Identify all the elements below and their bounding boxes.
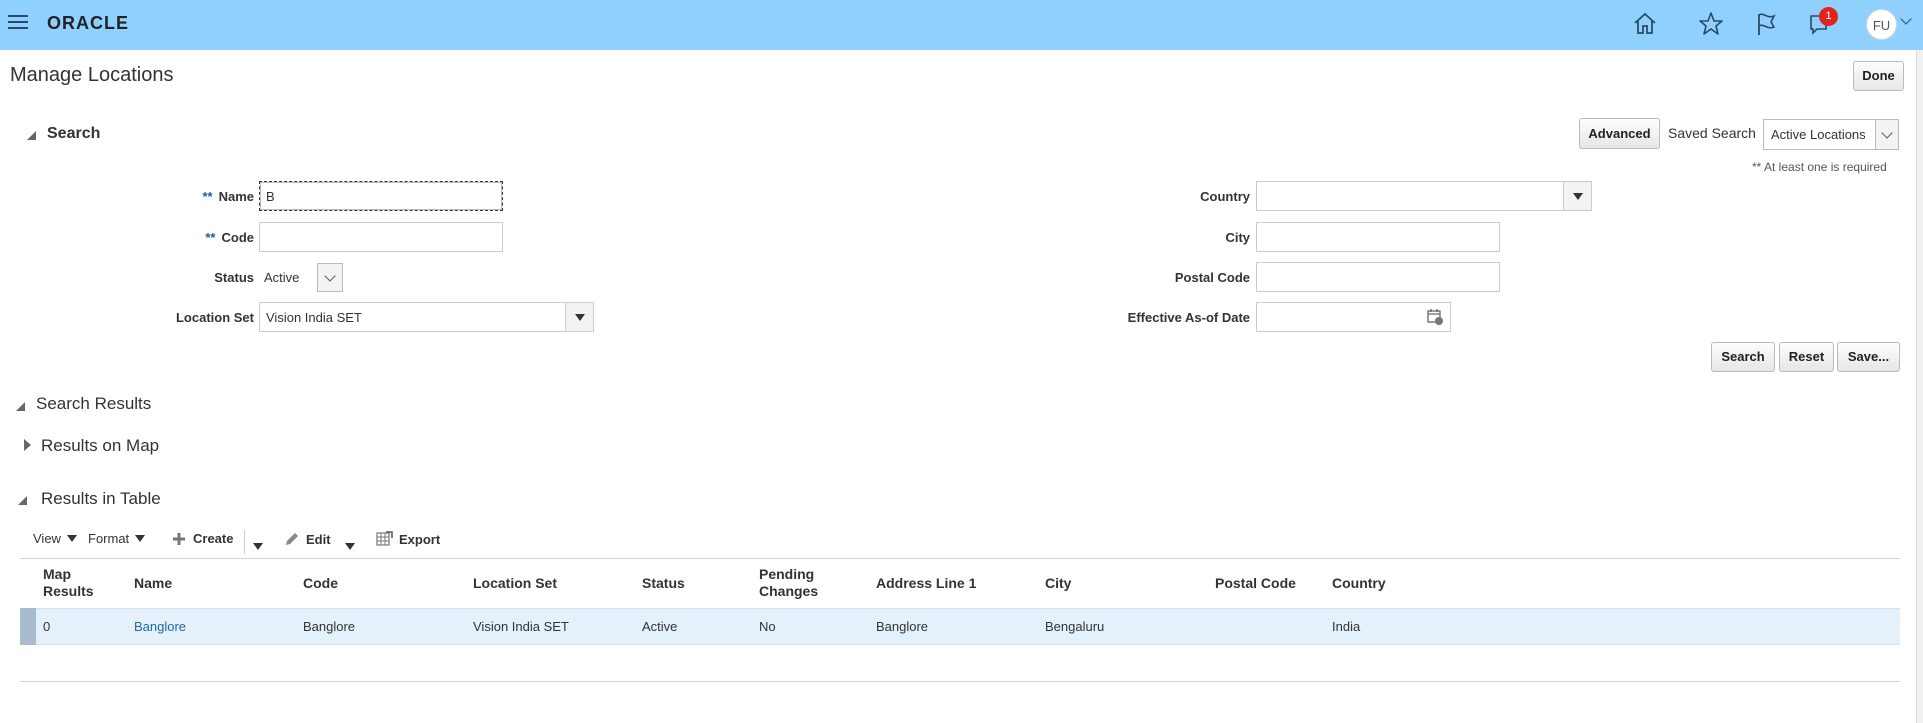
search-collapse-icon[interactable]: [27, 127, 36, 145]
done-button[interactable]: Done: [1853, 61, 1904, 91]
code-label-text: Code: [221, 230, 255, 245]
toolbar-divider: [244, 530, 245, 554]
col-map-results-line2: Results: [43, 583, 94, 599]
status-label: Status: [214, 270, 254, 285]
export-label: Export: [399, 531, 441, 547]
search-section-title: Search: [47, 125, 101, 142]
create-label: Create: [193, 531, 234, 546]
name-input[interactable]: B: [259, 181, 503, 211]
location-set-label: Location Set: [175, 310, 254, 325]
location-set-value: Vision India SET: [266, 310, 362, 325]
table-row[interactable]: [20, 608, 1900, 645]
col-map-results-line1: Map: [43, 566, 71, 582]
results-on-map-expand-icon[interactable]: [24, 438, 31, 456]
export-button[interactable]: Export: [376, 531, 440, 547]
cell-city: Bengaluru: [1045, 619, 1105, 634]
save-search-button[interactable]: Save...: [1837, 342, 1900, 372]
pencil-icon: [286, 533, 298, 545]
calendar-icon[interactable]: [1426, 308, 1444, 329]
export-icon: [376, 531, 393, 546]
favorites-star-icon[interactable]: [1697, 10, 1725, 38]
format-dropdown-icon: [135, 535, 146, 542]
status-chevron-down-icon[interactable]: [317, 263, 343, 292]
watchlist-flag-icon[interactable]: [1752, 10, 1780, 38]
country-dropdown-icon[interactable]: [1563, 182, 1591, 210]
required-marker: **: [202, 189, 213, 204]
col-pending-line1: Pending: [759, 566, 815, 582]
col-pending-changes[interactable]: Pending Changes: [759, 566, 818, 600]
location-set-dropdown-icon[interactable]: [565, 303, 593, 331]
col-postal-code[interactable]: Postal Code: [1215, 575, 1296, 591]
reset-button[interactable]: Reset: [1779, 342, 1834, 372]
status-value: Active: [264, 270, 300, 285]
cell-pending-changes: No: [759, 619, 776, 634]
plus-icon: [173, 532, 185, 545]
code-label: ** Code: [150, 230, 254, 245]
location-set-select[interactable]: Vision India SET: [259, 302, 594, 332]
city-label: City: [1225, 230, 1250, 245]
results-in-table-collapse-icon[interactable]: [18, 492, 27, 510]
oracle-logo: ORACLE: [47, 13, 129, 33]
cell-map-results: 0: [43, 619, 51, 634]
home-icon[interactable]: [1631, 10, 1659, 38]
country-select[interactable]: [1256, 181, 1592, 211]
vertical-scrollbar[interactable]: [1916, 50, 1923, 723]
user-menu-chevron-down-icon[interactable]: [1900, 13, 1912, 25]
row-selector[interactable]: [20, 608, 36, 645]
city-input[interactable]: [1256, 222, 1500, 252]
cell-status: Active: [642, 619, 678, 634]
effective-date-input[interactable]: [1256, 302, 1451, 332]
search-button[interactable]: Search: [1711, 342, 1775, 372]
user-avatar[interactable]: FU: [1866, 9, 1897, 40]
cell-code: Banglore: [303, 619, 356, 634]
col-location-set[interactable]: Location Set: [473, 575, 557, 591]
table-top-border: [20, 558, 1900, 559]
cell-location-set: Vision India SET: [473, 619, 569, 634]
notification-badge: 1: [1819, 7, 1838, 26]
required-marker: **: [205, 230, 216, 245]
view-dropdown-icon: [66, 535, 77, 542]
saved-search-value: Active Locations: [1771, 127, 1866, 142]
name-label-text: Name: [218, 189, 254, 204]
required-note: ** At least one is required: [1752, 160, 1887, 174]
name-label: ** Name: [150, 189, 254, 204]
col-country[interactable]: Country: [1332, 575, 1386, 591]
results-in-table-title: Results in Table: [41, 489, 161, 508]
col-city[interactable]: City: [1045, 575, 1071, 591]
search-results-collapse-icon[interactable]: [16, 398, 25, 416]
col-status[interactable]: Status: [642, 575, 685, 591]
results-on-map-title[interactable]: Results on Map: [41, 436, 159, 456]
col-pending-line2: Changes: [759, 583, 819, 599]
search-results-title: Search Results: [36, 394, 152, 413]
create-dropdown-icon[interactable]: [253, 537, 263, 555]
edit-dropdown-icon[interactable]: [345, 537, 355, 555]
col-code[interactable]: Code: [303, 575, 338, 591]
col-map-results[interactable]: Map Results: [43, 566, 94, 600]
code-input[interactable]: [259, 222, 503, 252]
saved-search-label: Saved Search: [1668, 125, 1756, 141]
saved-search-select[interactable]: Active Locations: [1763, 119, 1899, 150]
chevron-down-icon[interactable]: [1875, 120, 1898, 149]
table-bottom-border: [20, 681, 1900, 682]
effective-date-label: Effective As-of Date: [1127, 310, 1250, 325]
cell-country: India: [1332, 619, 1361, 634]
edit-button[interactable]: Edit: [284, 531, 331, 547]
cell-name-link[interactable]: Banglore: [134, 619, 186, 634]
postal-code-label: Postal Code: [1174, 270, 1250, 285]
view-menu[interactable]: View: [33, 531, 77, 546]
hamburger-menu-icon[interactable]: [8, 15, 28, 31]
edit-label: Edit: [306, 531, 331, 547]
format-label: Format: [88, 531, 130, 546]
col-name[interactable]: Name: [134, 575, 172, 591]
advanced-button[interactable]: Advanced: [1579, 118, 1660, 149]
country-label: Country: [1200, 189, 1250, 204]
view-label: View: [33, 531, 61, 546]
col-address-line-1[interactable]: Address Line 1: [876, 575, 976, 591]
status-select[interactable]: Active: [259, 263, 343, 292]
create-button[interactable]: Create: [172, 531, 233, 546]
page-title: Manage Locations: [10, 64, 174, 86]
format-menu[interactable]: Format: [88, 531, 146, 546]
postal-code-input[interactable]: [1256, 262, 1500, 292]
cell-address-line-1: Banglore: [876, 619, 929, 634]
